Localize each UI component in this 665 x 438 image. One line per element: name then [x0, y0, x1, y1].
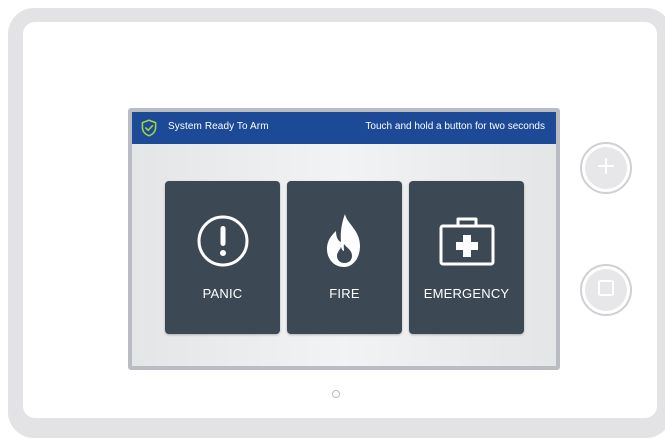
home-square-button[interactable] [580, 264, 632, 316]
panic-label: PANIC [202, 286, 243, 301]
flame-icon [287, 211, 402, 271]
status-bar: System Ready To Arm Touch and hold a but… [132, 112, 556, 144]
exclamation-circle-icon [165, 211, 280, 271]
emergency-label: EMERGENCY [423, 286, 510, 301]
system-status-text: System Ready To Arm [168, 121, 269, 132]
home-indicator-dot[interactable] [332, 390, 340, 398]
square-button-face [585, 269, 627, 311]
instruction-text: Touch and hold a button for two seconds [365, 121, 545, 132]
shield-check-icon [140, 119, 158, 137]
emergency-button[interactable]: EMERGENCY [409, 181, 524, 334]
device-frame: System Ready To Arm Touch and hold a but… [8, 8, 665, 438]
plus-button-face [585, 147, 627, 189]
plus-icon [597, 157, 615, 180]
square-icon [597, 279, 615, 302]
device-bezel: System Ready To Arm Touch and hold a but… [23, 22, 657, 418]
first-aid-kit-icon [409, 211, 524, 271]
touch-screen: System Ready To Arm Touch and hold a but… [128, 108, 560, 370]
fire-label: FIRE [329, 286, 360, 301]
plus-button[interactable] [580, 142, 632, 194]
panic-button[interactable]: PANIC [165, 181, 280, 334]
fire-button[interactable]: FIRE [287, 181, 402, 334]
